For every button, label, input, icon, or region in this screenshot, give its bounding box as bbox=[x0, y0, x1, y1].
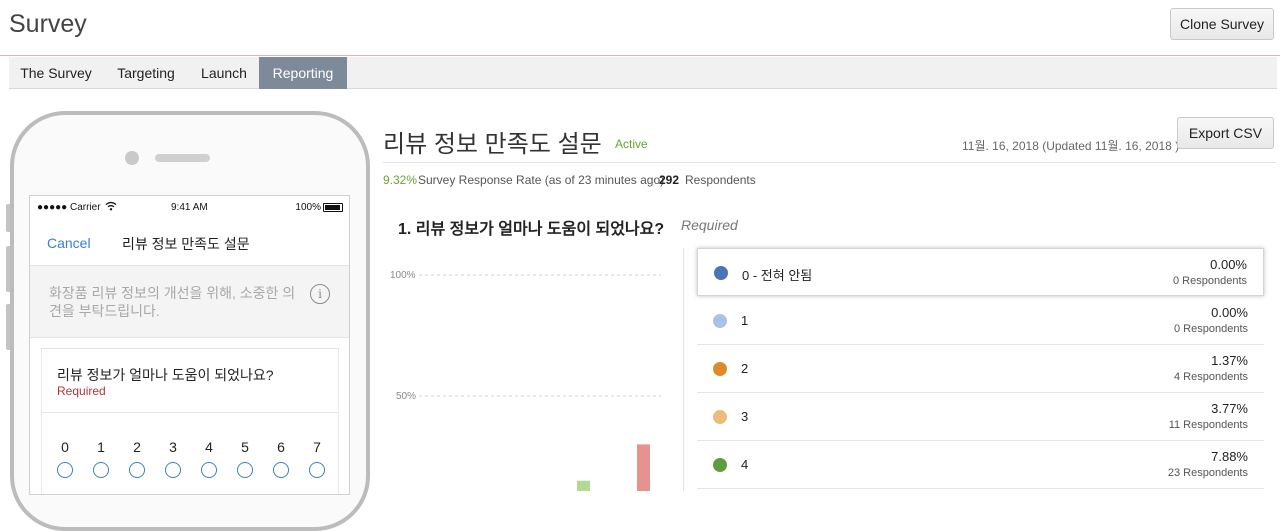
scale-radio-2[interactable] bbox=[129, 462, 145, 478]
legend-count: 4 Respondents bbox=[1174, 371, 1248, 383]
y-tick-label: 50% bbox=[396, 391, 416, 402]
scale-radio-7[interactable] bbox=[309, 462, 325, 478]
cancel-button[interactable]: Cancel bbox=[47, 235, 91, 251]
scale-radio-5[interactable] bbox=[237, 462, 253, 478]
tab-the-survey[interactable]: The Survey bbox=[9, 57, 103, 89]
page-title: Survey bbox=[9, 10, 87, 38]
question-card: 리뷰 정보가 얼마나 도움이 되었나요? Required 0 1 2 3 4 … bbox=[41, 348, 339, 494]
bar-5 bbox=[577, 480, 590, 491]
tab-reporting[interactable]: Reporting bbox=[259, 57, 347, 89]
legend-swatch bbox=[713, 458, 727, 472]
top-bar: Survey Clone Survey bbox=[0, 0, 1280, 56]
tab-bar: The Survey Targeting Launch Reporting bbox=[9, 57, 1277, 89]
scale-radio-1[interactable] bbox=[93, 462, 109, 478]
scale-label: 7 bbox=[313, 439, 321, 455]
legend-percent: 3.77% bbox=[1211, 401, 1248, 416]
required-label: Required bbox=[57, 384, 106, 398]
divider bbox=[383, 162, 1276, 163]
battery-label: 100% bbox=[295, 202, 321, 213]
phone-screen: ●●●●● Carrier 9:41 AM 100% Cancel 리뷰 정보 … bbox=[29, 195, 350, 495]
scale-radio-3[interactable] bbox=[165, 462, 181, 478]
legend-label: 3 bbox=[741, 409, 749, 424]
phone-survey-title: 리뷰 정보 만족도 설문 bbox=[122, 236, 250, 252]
question-heading: 1. 리뷰 정보가 얼마나 도움이 되었나요? bbox=[398, 221, 665, 238]
legend-count: 0 Respondents bbox=[1173, 275, 1247, 287]
divider bbox=[42, 412, 338, 413]
scale-label: 6 bbox=[277, 439, 285, 455]
response-rate-label: Survey Response Rate (as of 23 minutes a… bbox=[418, 173, 665, 187]
legend-label: 2 bbox=[741, 361, 749, 376]
respondents-label: Respondents bbox=[685, 173, 756, 187]
scale-label: 2 bbox=[133, 439, 141, 455]
legend-swatch bbox=[713, 314, 727, 328]
clone-survey-button[interactable]: Clone Survey bbox=[1170, 8, 1274, 40]
scale-radio-6[interactable] bbox=[273, 462, 289, 478]
legend-percent: 0.00% bbox=[1211, 305, 1248, 320]
battery-icon bbox=[323, 203, 343, 212]
legend-percent: 0.00% bbox=[1210, 257, 1247, 272]
legend-label: 1 bbox=[741, 313, 749, 328]
scale-label: 3 bbox=[169, 439, 177, 455]
question-required-label: Required bbox=[681, 217, 738, 233]
legend-percent: 7.88% bbox=[1211, 449, 1248, 464]
clock-label: 9:41 AM bbox=[171, 202, 208, 213]
legend-label: 0 - 전혀 안됨 bbox=[742, 268, 813, 283]
legend-row[interactable]: 2 1.37% 4 Respondents bbox=[697, 345, 1264, 393]
survey-intro: 화장품 리뷰 정보의 개선을 위해, 소중한 의견을 부탁드립니다. i bbox=[30, 266, 349, 338]
legend-swatch bbox=[713, 362, 727, 376]
export-csv-button[interactable]: Export CSV bbox=[1177, 117, 1274, 149]
phone-status-bar: ●●●●● Carrier 9:41 AM 100% bbox=[30, 196, 349, 218]
phone-nav-bar: Cancel 리뷰 정보 만족도 설문 bbox=[30, 218, 349, 266]
tab-targeting[interactable]: Targeting bbox=[103, 57, 189, 89]
carrier-label: ●●●●● Carrier bbox=[37, 202, 101, 213]
legend-count: 23 Respondents bbox=[1167, 467, 1248, 479]
legend-count: 11 Respondents bbox=[1168, 419, 1248, 431]
scale-radio-0[interactable] bbox=[57, 462, 73, 478]
legend-row[interactable]: 0 - 전혀 안됨 0.00% 0 Respondents bbox=[697, 248, 1264, 296]
y-tick-label: 100% bbox=[390, 270, 416, 281]
report-survey-title: 리뷰 정보 만족도 설문 bbox=[383, 131, 602, 158]
scale-label: 5 bbox=[241, 439, 249, 455]
divider bbox=[683, 248, 684, 491]
respondents-count: 292 bbox=[659, 173, 680, 187]
response-bar-chart: 100% 50% bbox=[390, 270, 661, 491]
info-icon[interactable]: i bbox=[310, 284, 330, 304]
wifi-icon bbox=[105, 201, 117, 211]
phone-camera bbox=[125, 151, 139, 165]
bar-7 bbox=[637, 444, 650, 491]
question-text: 리뷰 정보가 얼마나 도움이 되었나요? bbox=[57, 367, 274, 383]
intro-text: 화장품 리뷰 정보의 개선을 위해, 소중한 의견을 부탁드립니다. bbox=[49, 285, 296, 319]
legend-label: 4 bbox=[741, 457, 749, 472]
survey-date: 11월. 16, 2018 (Updated 11월. 16, 2018 ) bbox=[962, 139, 1180, 153]
legend-row[interactable]: 4 7.88% 23 Respondents bbox=[697, 441, 1264, 489]
phone-speaker bbox=[155, 154, 210, 162]
legend-count: 0 Respondents bbox=[1174, 323, 1248, 335]
tab-launch[interactable]: Launch bbox=[189, 57, 259, 89]
legend-row[interactable]: 3 3.77% 11 Respondents bbox=[697, 393, 1264, 441]
scale-label: 4 bbox=[205, 439, 213, 455]
scale-label: 1 bbox=[97, 439, 105, 455]
legend-row[interactable]: 1 0.00% 0 Respondents bbox=[697, 297, 1264, 345]
scale-radio-4[interactable] bbox=[201, 462, 217, 478]
legend-swatch bbox=[714, 266, 728, 280]
scale-label: 0 bbox=[61, 439, 69, 455]
legend-percent: 1.37% bbox=[1211, 353, 1248, 368]
response-rate-value: 9.32% bbox=[383, 173, 418, 187]
status-badge: Active bbox=[615, 137, 648, 151]
legend-swatch bbox=[713, 410, 727, 424]
